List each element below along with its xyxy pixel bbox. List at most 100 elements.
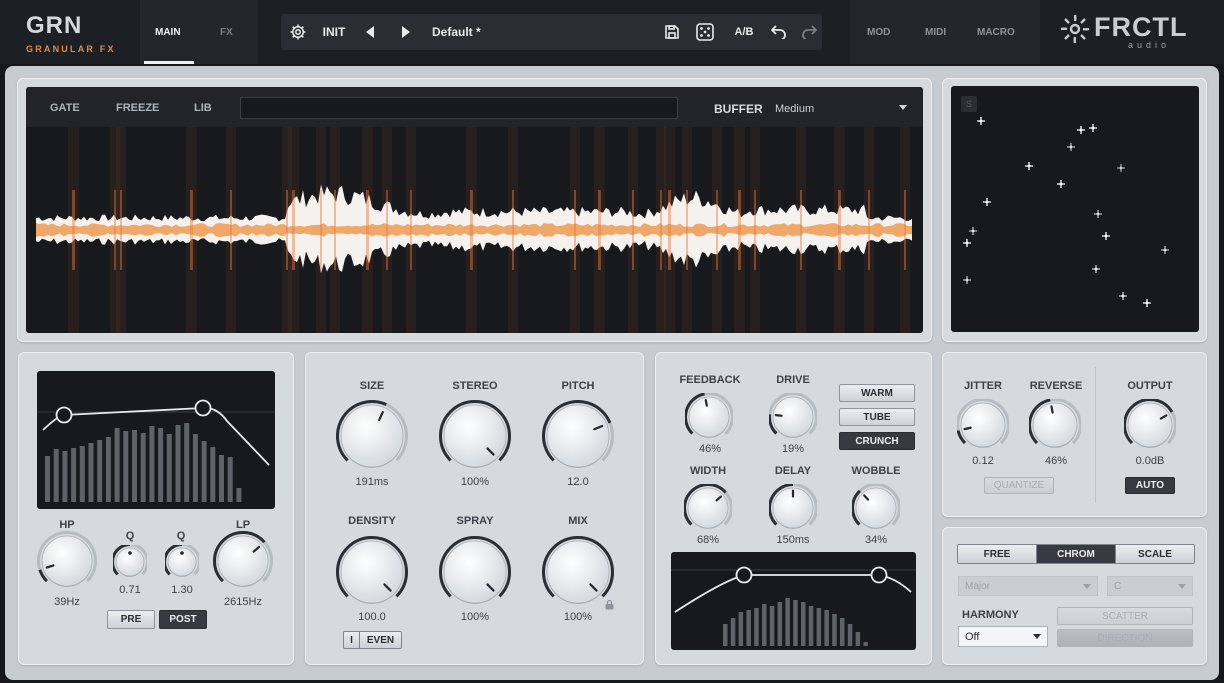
redo-icon[interactable]	[797, 14, 821, 50]
feedback-value: 46%	[698, 443, 722, 455]
pre-button[interactable]: PRE	[107, 610, 155, 629]
freeze-button[interactable]: FREEZE	[116, 102, 159, 114]
harmony-label: HARMONY	[962, 609, 1019, 621]
scale-select-value: Major	[965, 581, 991, 592]
waveform-display[interactable]: GATE FREEZE LIB BUFFER Medium	[26, 87, 923, 333]
tab-free[interactable]: FREE	[958, 545, 1037, 563]
mix-value: 100%	[563, 611, 593, 623]
buffer-dropdown-icon[interactable]	[899, 105, 907, 110]
direction-button[interactable]: DIRECTION	[1057, 629, 1193, 647]
fractal-swirl-icon	[1060, 14, 1090, 44]
drive-knob[interactable]	[769, 393, 817, 441]
auto-button[interactable]: AUTO	[1125, 477, 1175, 494]
delay-knob[interactable]	[769, 484, 817, 532]
post-button[interactable]: POST	[159, 610, 207, 629]
width-knob[interactable]	[684, 484, 732, 532]
hp-value: 39Hz	[54, 596, 80, 608]
feedback-knob[interactable]	[685, 393, 733, 441]
reverse-value: 46%	[1044, 455, 1068, 467]
hp-knob[interactable]	[37, 531, 97, 591]
wobble-knob[interactable]	[852, 484, 900, 532]
spray-value: 100%	[460, 611, 490, 623]
scale-select[interactable]: Major	[958, 576, 1098, 596]
sample-name-field[interactable]	[240, 97, 678, 119]
jitter-value: 0.12	[972, 455, 994, 467]
lib-button[interactable]: LIB	[194, 102, 212, 114]
feedback-label: FEEDBACK	[679, 374, 741, 386]
width-label: WIDTH	[689, 465, 727, 477]
q2-label: Q	[176, 530, 186, 542]
fx-filter-display[interactable]	[671, 552, 916, 650]
xy-pad-panel: S	[942, 78, 1207, 342]
scale-dropdown-icon	[1083, 584, 1091, 589]
tube-button[interactable]: TUBE	[839, 408, 915, 426]
tab-chrom[interactable]: CHROM	[1037, 545, 1116, 563]
key-select[interactable]: C	[1107, 576, 1193, 596]
mix-knob[interactable]	[542, 536, 614, 608]
logo-title: GRN	[26, 12, 83, 39]
warm-button[interactable]: WARM	[839, 384, 915, 402]
top-bar: GRN GRANULAR FX MAIN FX INIT Default * A…	[0, 0, 1224, 64]
size-knob[interactable]	[336, 400, 408, 472]
lock-icon[interactable]	[604, 599, 615, 610]
pitch-knob[interactable]	[542, 400, 614, 472]
harmony-select[interactable]: Off	[958, 626, 1048, 647]
prev-preset-icon[interactable]	[359, 14, 381, 50]
tab-scale[interactable]: SCALE	[1116, 545, 1194, 563]
quantize-button[interactable]: QUANTIZE	[984, 477, 1054, 494]
xy-pad[interactable]: S	[951, 86, 1199, 332]
key-select-value: C	[1114, 581, 1122, 592]
density-knob[interactable]	[336, 536, 408, 608]
undo-icon[interactable]	[767, 14, 791, 50]
save-icon[interactable]	[661, 14, 683, 50]
q1-knob[interactable]	[113, 545, 147, 579]
stereo-label: STEREO	[452, 380, 498, 392]
init-button[interactable]: INIT	[319, 14, 349, 50]
pitch-value: 12.0	[567, 476, 589, 488]
fx-filter-curve	[671, 566, 916, 646]
buffer-select[interactable]: Medium	[775, 103, 814, 115]
density-mode-even[interactable]: EVEN	[360, 632, 401, 648]
q2-value: 1.30	[171, 584, 193, 596]
lp-knob[interactable]	[213, 531, 273, 591]
filter-panel: HP Q Q LP 39Hz 0.71 1.30 2615Hz PRE POST	[18, 352, 294, 665]
reverse-knob[interactable]	[1029, 399, 1081, 451]
waveform-toolbar: GATE FREEZE LIB BUFFER Medium	[26, 87, 923, 127]
key-dropdown-icon	[1178, 584, 1186, 589]
spray-knob[interactable]	[439, 536, 511, 608]
size-label: SIZE	[359, 380, 385, 392]
density-value: 100.0	[358, 611, 386, 623]
mix-label: MIX	[568, 515, 588, 527]
delay-label: DELAY	[774, 465, 812, 477]
harmony-select-value: Off	[965, 631, 980, 643]
stereo-value: 100%	[460, 476, 490, 488]
preset-name[interactable]: Default *	[432, 14, 481, 50]
lp-value: 2615Hz	[224, 596, 262, 608]
density-mode-random[interactable]: I	[344, 632, 360, 648]
filter-display[interactable]	[37, 371, 275, 509]
randomize-dice-icon[interactable]	[693, 14, 717, 50]
nav-mod[interactable]: MOD	[867, 27, 890, 38]
crunch-button[interactable]: CRUNCH	[839, 432, 915, 450]
waveform-canvas	[36, 127, 912, 333]
tab-main[interactable]: MAIN	[155, 27, 181, 38]
brand-name: FRCTL	[1094, 12, 1188, 42]
nav-midi[interactable]: MIDI	[925, 27, 946, 38]
output-knob[interactable]	[1124, 399, 1176, 451]
density-label: DENSITY	[348, 515, 396, 527]
ab-compare-button[interactable]: A/B	[729, 14, 759, 50]
tab-fx[interactable]: FX	[220, 27, 233, 38]
gate-button[interactable]: GATE	[50, 102, 80, 114]
pitch-mode-panel: FREE CHROM SCALE Major C HARMONY Off SCA…	[942, 527, 1207, 665]
nav-macro[interactable]: MACRO	[977, 27, 1015, 38]
scatter-button[interactable]: SCATTER	[1057, 607, 1193, 625]
jitter-knob[interactable]	[957, 399, 1009, 451]
settings-gear-icon[interactable]	[285, 14, 311, 50]
next-preset-icon[interactable]	[395, 14, 417, 50]
q2-knob[interactable]	[165, 545, 199, 579]
output-value: 0.0dB	[1135, 455, 1165, 467]
fx-panel: FEEDBACK DRIVE 46% 19% WARM TUBE CRUNCH …	[655, 352, 932, 665]
stereo-knob[interactable]	[439, 400, 511, 472]
delay-value: 150ms	[776, 534, 810, 546]
waveform-panel: GATE FREEZE LIB BUFFER Medium	[17, 78, 932, 342]
